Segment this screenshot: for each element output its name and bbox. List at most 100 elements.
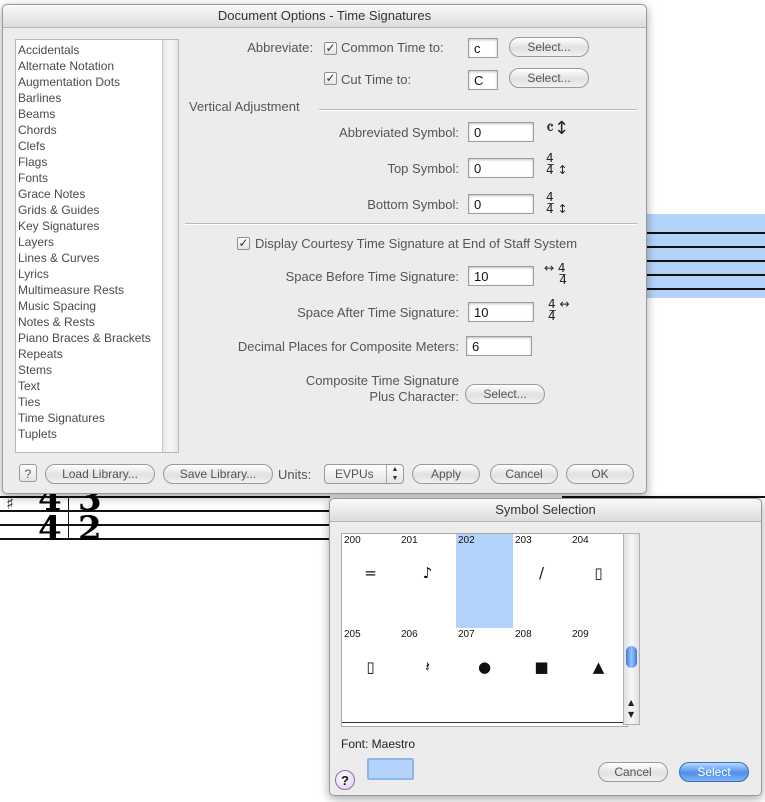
units-select-value: EVPUs	[335, 467, 374, 481]
category-item[interactable]: Notes & Rests	[18, 315, 95, 329]
symbol-cell-209[interactable]: 209 ▲	[570, 628, 627, 723]
decimal-places-label: Decimal Places for Composite Meters:	[237, 339, 459, 354]
category-item[interactable]: Augmentation Dots	[18, 75, 120, 89]
symbol-cell-206[interactable]: 206 𝄽	[399, 628, 457, 723]
cut-time-select-button[interactable]: Select...	[509, 68, 589, 88]
symbol-glyph-icon: ▲	[592, 658, 605, 676]
scroll-up-icon[interactable]: ▲	[628, 698, 634, 707]
category-item[interactable]: Multimeasure Rests	[18, 283, 124, 297]
space-after-field[interactable]: 10	[468, 302, 534, 322]
symbol-glyph-icon: /	[538, 564, 545, 582]
symbol-glyph-icon: ■	[534, 658, 549, 676]
symbol-selection-window: Symbol Selection 200 = 201 ♪ 202 203 / 204 ▯ 205 ▯…	[329, 498, 762, 796]
symbol-cell-204[interactable]: 204 ▯	[570, 534, 627, 629]
category-item[interactable]: Stems	[18, 363, 52, 377]
staff-line	[646, 274, 765, 276]
composite-plus-select-button[interactable]: Select...	[465, 384, 545, 404]
category-item[interactable]: Time Signatures	[18, 411, 105, 425]
category-item[interactable]: Music Spacing	[18, 299, 96, 313]
symbol-cell-207[interactable]: 207 ●	[456, 628, 514, 723]
help-button[interactable]: ?	[19, 464, 37, 482]
load-library-button[interactable]: Load Library...	[45, 464, 155, 484]
scroll-down-icon[interactable]: ▼	[628, 710, 634, 719]
apply-button[interactable]: Apply	[412, 464, 480, 484]
symbol-grid[interactable]: 200 = 201 ♪ 202 203 / 204 ▯ 205 ▯ 206 𝄽 207 ● 208 ■ 209 ▲	[341, 533, 628, 727]
symbol-cell-number: 204	[572, 535, 589, 546]
common-time-checkbox[interactable]: ✓	[324, 42, 337, 55]
space-after-label: Space After Time Signature:	[297, 305, 459, 320]
symbol-select-button[interactable]: Select	[679, 762, 749, 782]
courtesy-checkbox[interactable]: ✓	[237, 237, 250, 250]
category-item[interactable]: Accidentals	[18, 43, 79, 57]
common-time-field[interactable]: c	[468, 38, 498, 58]
symbol-cell-number: 206	[401, 629, 418, 640]
space-before-field[interactable]: 10	[468, 266, 534, 286]
symbol-cell-202[interactable]: 202	[456, 534, 514, 629]
abbreviated-symbol-field[interactable]: 0	[468, 122, 534, 142]
symbol-glyph-icon: =	[364, 564, 377, 582]
time-sig-top-vertical-icon: 4̲ 4 ↕	[546, 151, 568, 177]
cut-time-field[interactable]: C	[468, 70, 498, 90]
symbol-cell-number: 200	[344, 535, 361, 546]
common-time-vertical-icon: 𝄴↕	[546, 118, 570, 139]
category-item[interactable]: Text	[18, 379, 40, 393]
category-item[interactable]: Chords	[18, 123, 57, 137]
category-item[interactable]: Flags	[18, 155, 47, 169]
symbol-glyph-icon: ▯	[366, 658, 375, 676]
symbol-cell-number: 202	[458, 535, 475, 546]
top-symbol-field[interactable]: 0	[468, 158, 534, 178]
common-time-select-button[interactable]: Select...	[509, 37, 589, 57]
category-item[interactable]: Lines & Curves	[18, 251, 99, 265]
symbol-cell-203[interactable]: 203 /	[513, 534, 571, 629]
category-item[interactable]: Grids & Guides	[18, 203, 99, 217]
staff-line	[646, 246, 765, 248]
category-item[interactable]: Layers	[18, 235, 54, 249]
symbol-cell-208[interactable]: 208 ■	[513, 628, 571, 723]
symbol-cancel-button[interactable]: Cancel	[598, 762, 668, 782]
category-item[interactable]: Ties	[18, 395, 40, 409]
symbol-grid-scrollbar[interactable]: ▲ ▼	[623, 533, 640, 725]
symbol-cell-200[interactable]: 200 =	[342, 534, 400, 629]
category-item[interactable]: Alternate Notation	[18, 59, 114, 73]
scrollbar-thumb[interactable]	[626, 646, 637, 668]
symbol-glyph-icon: ▯	[594, 564, 603, 582]
time-sig-bottom-vertical-icon: 4̲ 4 ↕	[546, 190, 568, 216]
symbol-cell-201[interactable]: 201 ♪	[399, 534, 457, 629]
sharp-fragment-icon: ♯	[6, 494, 14, 513]
staff-line	[646, 288, 765, 290]
category-item[interactable]: Repeats	[18, 347, 63, 361]
symbol-glyph-icon: 𝄽	[425, 658, 430, 676]
symbol-cell-205[interactable]: 205 ▯	[342, 628, 400, 723]
category-list[interactable]: Accidentals Alternate Notation Augmentatio…	[15, 39, 179, 453]
top-symbol-label: Top Symbol:	[387, 161, 459, 176]
symbol-help-button[interactable]: ?	[335, 770, 355, 790]
category-item[interactable]: Grace Notes	[18, 187, 85, 201]
ok-button[interactable]: OK	[566, 464, 634, 484]
category-item[interactable]: Tuplets	[18, 427, 57, 441]
space-before-label: Space Before Time Signature:	[285, 269, 459, 284]
staff-line	[646, 260, 765, 262]
units-label: Units:	[278, 467, 312, 482]
category-item[interactable]: Lyrics	[18, 267, 49, 281]
category-list-scrollbar[interactable]	[162, 40, 178, 452]
category-item[interactable]: Clefs	[18, 139, 45, 153]
save-library-button[interactable]: Save Library...	[163, 464, 273, 484]
category-item[interactable]: Key Signatures	[18, 219, 99, 233]
category-item[interactable]: Barlines	[18, 91, 61, 105]
symbol-cell-number: 201	[401, 535, 418, 546]
decimal-places-field[interactable]: 6	[466, 336, 532, 356]
space-after-icon: 4̲ ↔ 4	[548, 297, 570, 323]
vertical-adjustment-heading: Vertical Adjustment	[189, 99, 300, 114]
category-item[interactable]: Piano Braces & Brackets	[18, 331, 151, 345]
staff-selection-highlight	[646, 214, 765, 298]
symbol-cell-number: 209	[572, 629, 589, 640]
category-item[interactable]: Beams	[18, 107, 55, 121]
bottom-symbol-field[interactable]: 0	[468, 194, 534, 214]
cancel-button[interactable]: Cancel	[490, 464, 558, 484]
cut-time-checkbox[interactable]: ✓	[324, 72, 337, 85]
symbol-cell-number: 203	[515, 535, 532, 546]
symbol-cell-number: 205	[344, 629, 361, 640]
category-item[interactable]: Fonts	[18, 171, 48, 185]
units-select[interactable]: EVPUs ▲ ▼	[324, 464, 404, 484]
composite-plus-label-line2: Plus Character:	[369, 389, 459, 404]
